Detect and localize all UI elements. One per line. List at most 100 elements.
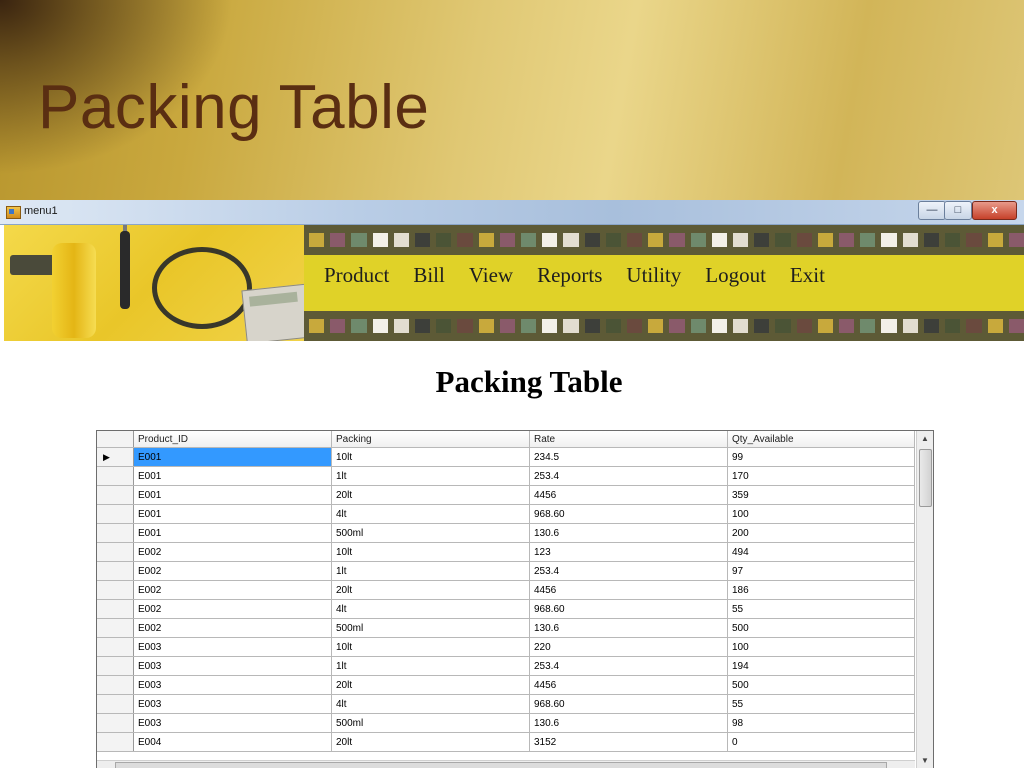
table-cell[interactable]: E001 (133, 466, 332, 486)
menu-item-view[interactable]: View (469, 263, 513, 293)
table-row[interactable]: E003 4lt 968.60 55 (97, 694, 915, 714)
table-cell[interactable]: 1lt (331, 656, 530, 676)
table-cell[interactable]: E003 (133, 713, 332, 733)
table-cell[interactable]: 220 (529, 637, 728, 657)
table-cell[interactable]: 494 (727, 542, 915, 562)
table-cell[interactable]: 4lt (331, 599, 530, 619)
table-cell[interactable]: 4lt (331, 504, 530, 524)
row-header[interactable] (97, 732, 134, 752)
table-cell[interactable]: E002 (133, 618, 332, 638)
table-row[interactable]: E003 20lt 4456 500 (97, 675, 915, 695)
table-cell[interactable]: 968.60 (529, 504, 728, 524)
table-row[interactable]: E003 1lt 253.4 194 (97, 656, 915, 676)
table-cell[interactable]: 4lt (331, 694, 530, 714)
minimize-button[interactable]: — (918, 201, 946, 220)
table-cell[interactable]: 55 (727, 694, 915, 714)
table-cell[interactable]: 4456 (529, 485, 728, 505)
row-header[interactable] (97, 561, 134, 581)
table-cell[interactable]: E001 (133, 485, 332, 505)
table-row[interactable]: E003 10lt 220 100 (97, 637, 915, 657)
table-cell[interactable]: E003 (133, 656, 332, 676)
table-cell[interactable]: 500 (727, 618, 915, 638)
table-cell[interactable]: 500 (727, 675, 915, 695)
table-cell[interactable]: 130.6 (529, 618, 728, 638)
table-cell[interactable]: E003 (133, 675, 332, 695)
table-cell[interactable]: 500ml (331, 713, 530, 733)
table-cell[interactable]: 186 (727, 580, 915, 600)
horizontal-scrollbar[interactable] (97, 760, 915, 768)
table-cell[interactable]: E002 (133, 580, 332, 600)
table-row[interactable]: E002 20lt 4456 186 (97, 580, 915, 600)
row-header[interactable] (97, 599, 134, 619)
row-header[interactable] (97, 504, 134, 524)
table-cell[interactable]: 20lt (331, 675, 530, 695)
table-cell[interactable]: E002 (133, 542, 332, 562)
column-header-product-id[interactable]: Product_ID (133, 431, 332, 448)
table-cell[interactable]: 130.6 (529, 523, 728, 543)
table-cell[interactable]: 4456 (529, 675, 728, 695)
row-header[interactable] (97, 618, 134, 638)
table-row[interactable]: E001 20lt 4456 359 (97, 485, 915, 505)
table-cell[interactable]: 4456 (529, 580, 728, 600)
table-cell[interactable]: 500ml (331, 523, 530, 543)
table-cell[interactable]: 968.60 (529, 599, 728, 619)
table-cell[interactable]: E004 (133, 732, 332, 752)
table-cell[interactable]: 194 (727, 656, 915, 676)
table-cell[interactable]: 359 (727, 485, 915, 505)
table-cell[interactable]: 100 (727, 504, 915, 524)
vertical-scroll-thumb[interactable] (919, 449, 932, 507)
packing-data-grid[interactable]: Product_ID Packing Rate Qty_Available ▶ E… (96, 430, 934, 768)
menu-item-exit[interactable]: Exit (790, 263, 825, 293)
table-row[interactable]: E004 20lt 3152 0 (97, 732, 915, 752)
column-header-rate[interactable]: Rate (529, 431, 728, 448)
table-cell[interactable]: 1lt (331, 561, 530, 581)
table-cell[interactable]: 123 (529, 542, 728, 562)
table-cell[interactable]: E003 (133, 637, 332, 657)
table-cell[interactable]: 55 (727, 599, 915, 619)
table-cell[interactable]: 3152 (529, 732, 728, 752)
row-header[interactable] (97, 542, 134, 562)
table-cell[interactable]: 10lt (331, 542, 530, 562)
close-button[interactable]: x (972, 201, 1017, 220)
table-cell[interactable]: 98 (727, 713, 915, 733)
table-cell[interactable]: 253.4 (529, 656, 728, 676)
table-cell[interactable]: 100 (727, 637, 915, 657)
table-cell[interactable]: 20lt (331, 485, 530, 505)
table-row[interactable]: E002 4lt 968.60 55 (97, 599, 915, 619)
table-cell[interactable]: 170 (727, 466, 915, 486)
table-cell[interactable]: E001 (133, 523, 332, 543)
table-cell[interactable]: E003 (133, 694, 332, 714)
table-row[interactable]: E002 500ml 130.6 500 (97, 618, 915, 638)
column-header-qty-available[interactable]: Qty_Available (727, 431, 915, 448)
table-row[interactable]: E002 1lt 253.4 97 (97, 561, 915, 581)
horizontal-scroll-thumb[interactable] (115, 762, 887, 768)
menu-item-product[interactable]: Product (324, 263, 389, 293)
vertical-scrollbar[interactable]: ▲ ▼ (916, 431, 933, 768)
table-cell[interactable]: 253.4 (529, 561, 728, 581)
table-row[interactable]: E001 500ml 130.6 200 (97, 523, 915, 543)
row-header[interactable] (97, 656, 134, 676)
table-cell[interactable]: 500ml (331, 618, 530, 638)
row-header[interactable] (97, 466, 134, 486)
table-cell[interactable]: 234.5 (529, 447, 728, 467)
table-cell[interactable]: 0 (727, 732, 915, 752)
row-header[interactable] (97, 523, 134, 543)
row-header[interactable] (97, 713, 134, 733)
scroll-down-arrow-icon[interactable]: ▼ (917, 753, 933, 768)
column-header-packing[interactable]: Packing (331, 431, 530, 448)
table-row[interactable]: E001 1lt 253.4 170 (97, 466, 915, 486)
menu-item-utility[interactable]: Utility (626, 263, 681, 293)
table-cell[interactable]: 968.60 (529, 694, 728, 714)
table-cell[interactable]: 253.4 (529, 466, 728, 486)
menu-item-bill[interactable]: Bill (413, 263, 445, 293)
row-header[interactable] (97, 637, 134, 657)
row-header[interactable] (97, 485, 134, 505)
table-cell[interactable]: 97 (727, 561, 915, 581)
scroll-up-arrow-icon[interactable]: ▲ (917, 431, 933, 447)
table-cell[interactable]: E002 (133, 599, 332, 619)
menu-item-reports[interactable]: Reports (537, 263, 602, 293)
table-row[interactable]: E003 500ml 130.6 98 (97, 713, 915, 733)
row-header[interactable] (97, 694, 134, 714)
table-cell[interactable]: 20lt (331, 580, 530, 600)
table-cell[interactable]: 10lt (331, 447, 530, 467)
